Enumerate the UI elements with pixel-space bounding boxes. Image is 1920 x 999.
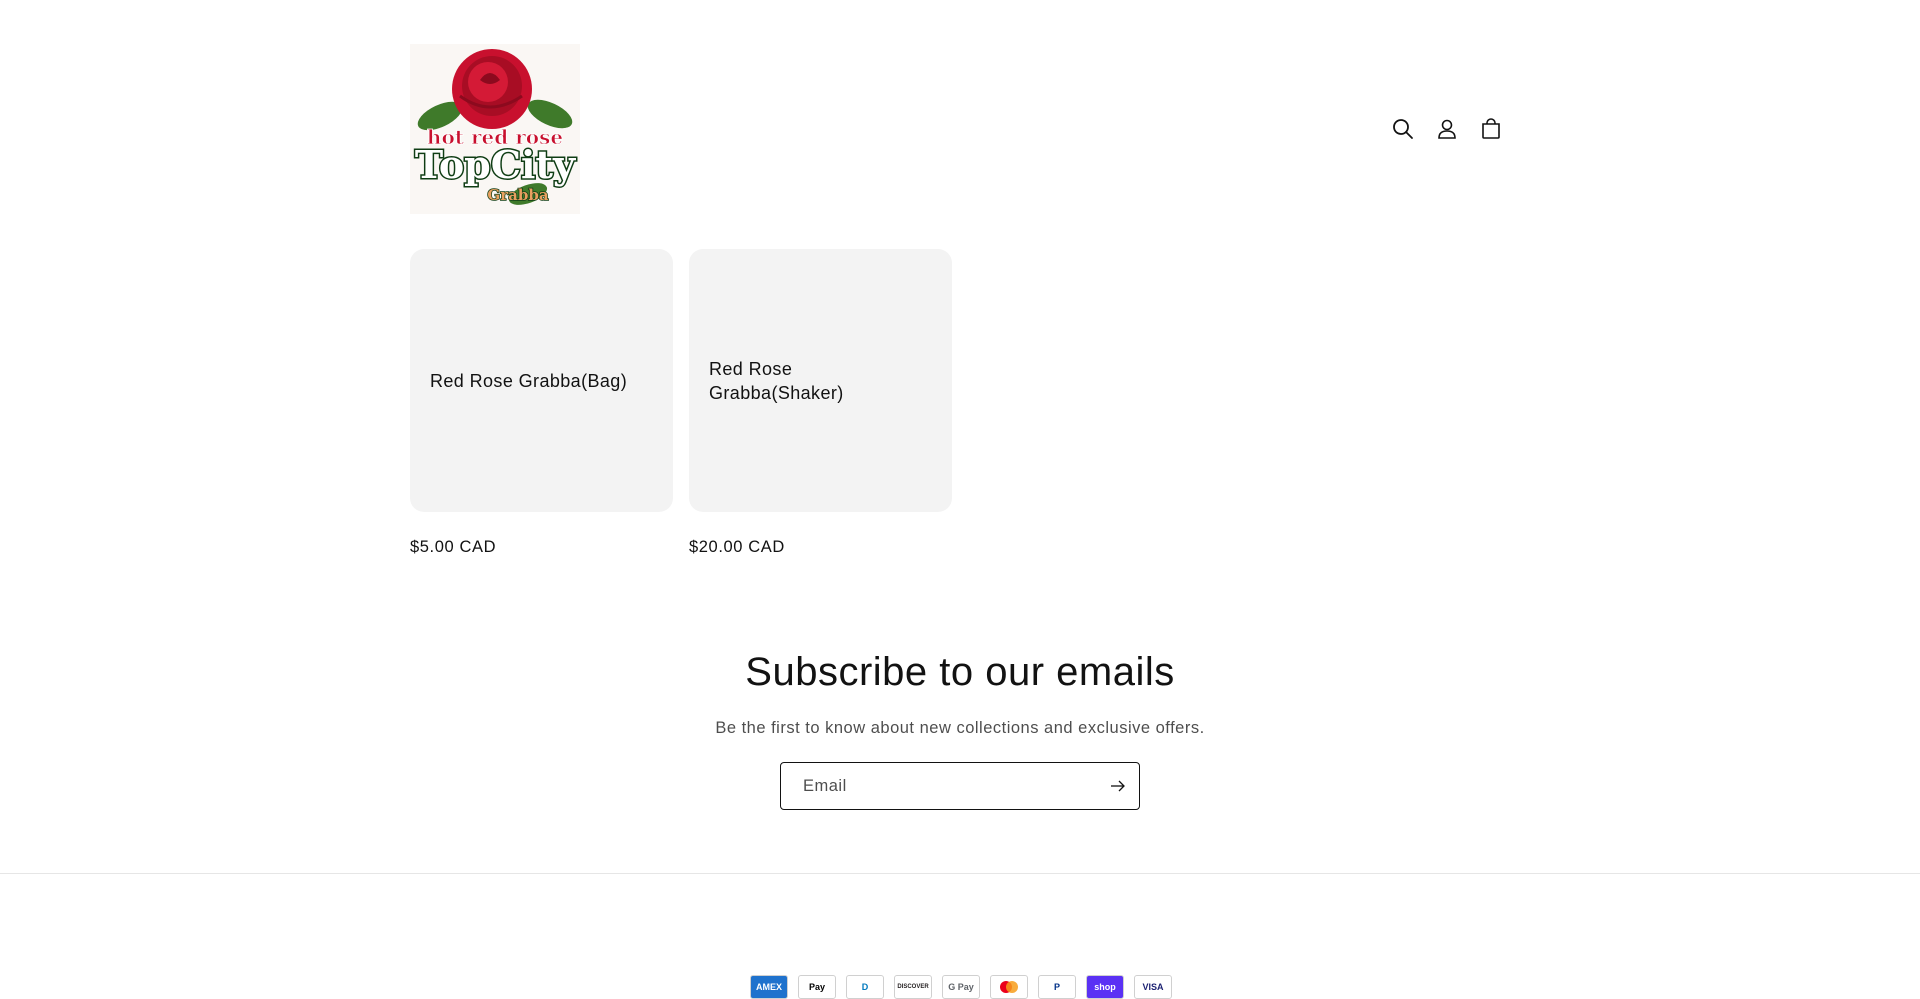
newsletter-description: Be the first to know about new collectio… bbox=[715, 719, 1205, 737]
store-logo[interactable]: hot red rose TopCity Grabba bbox=[410, 44, 580, 214]
amex-icon: AMEX bbox=[750, 975, 788, 999]
account-icon[interactable] bbox=[1434, 116, 1460, 142]
product-image-placeholder[interactable]: Red Rose Grabba(Bag) bbox=[410, 249, 673, 512]
product-price: $20.00 CAD bbox=[689, 538, 785, 556]
rose-logo-graphic: hot red rose TopCity Grabba bbox=[413, 49, 577, 205]
paypal-icon: P bbox=[1038, 975, 1076, 999]
discover-icon: DISCOVER bbox=[894, 975, 932, 999]
subscribe-arrow-icon[interactable] bbox=[1107, 775, 1129, 797]
product-image-placeholder[interactable]: Red Rose Grabba(Shaker) bbox=[689, 249, 952, 512]
apple-pay-icon: Pay bbox=[798, 975, 836, 999]
search-icon[interactable] bbox=[1390, 116, 1416, 142]
mastercard-icon bbox=[990, 975, 1028, 999]
diners-club-icon: D bbox=[846, 975, 884, 999]
newsletter-section: Subscribe to our emails Be the first to … bbox=[0, 650, 1920, 810]
logo-text-main: TopCity bbox=[415, 142, 576, 187]
cart-icon[interactable] bbox=[1478, 116, 1504, 142]
header-icons bbox=[1390, 116, 1504, 142]
product-price: $5.00 CAD bbox=[410, 538, 497, 556]
visa-icon: VISA bbox=[1134, 975, 1172, 999]
product-title[interactable]: Red Rose Grabba(Bag) bbox=[430, 369, 627, 393]
logo-text-sub: Grabba bbox=[487, 186, 548, 204]
shop-pay-icon: shop bbox=[1086, 975, 1124, 999]
payment-icons: AMEX Pay D DISCOVER G Pay Pshop VISA bbox=[750, 975, 1172, 999]
product-card[interactable]: Red Rose Grabba(Shaker) $20.00 CAD bbox=[689, 249, 952, 557]
site-header: hot red rose TopCity Grabba bbox=[410, 44, 1504, 214]
product-card[interactable]: Red Rose Grabba(Bag) $5.00 CAD bbox=[410, 249, 673, 557]
newsletter-title: Subscribe to our emails bbox=[745, 650, 1175, 694]
product-title[interactable]: Red Rose Grabba(Shaker) bbox=[709, 357, 859, 405]
product-grid: Red Rose Grabba(Bag) $5.00 CAD Red Rose … bbox=[410, 249, 952, 557]
newsletter-form bbox=[780, 762, 1140, 810]
email-input[interactable] bbox=[801, 763, 1105, 809]
footer-divider bbox=[0, 873, 1920, 874]
google-pay-icon: G Pay bbox=[942, 975, 980, 999]
